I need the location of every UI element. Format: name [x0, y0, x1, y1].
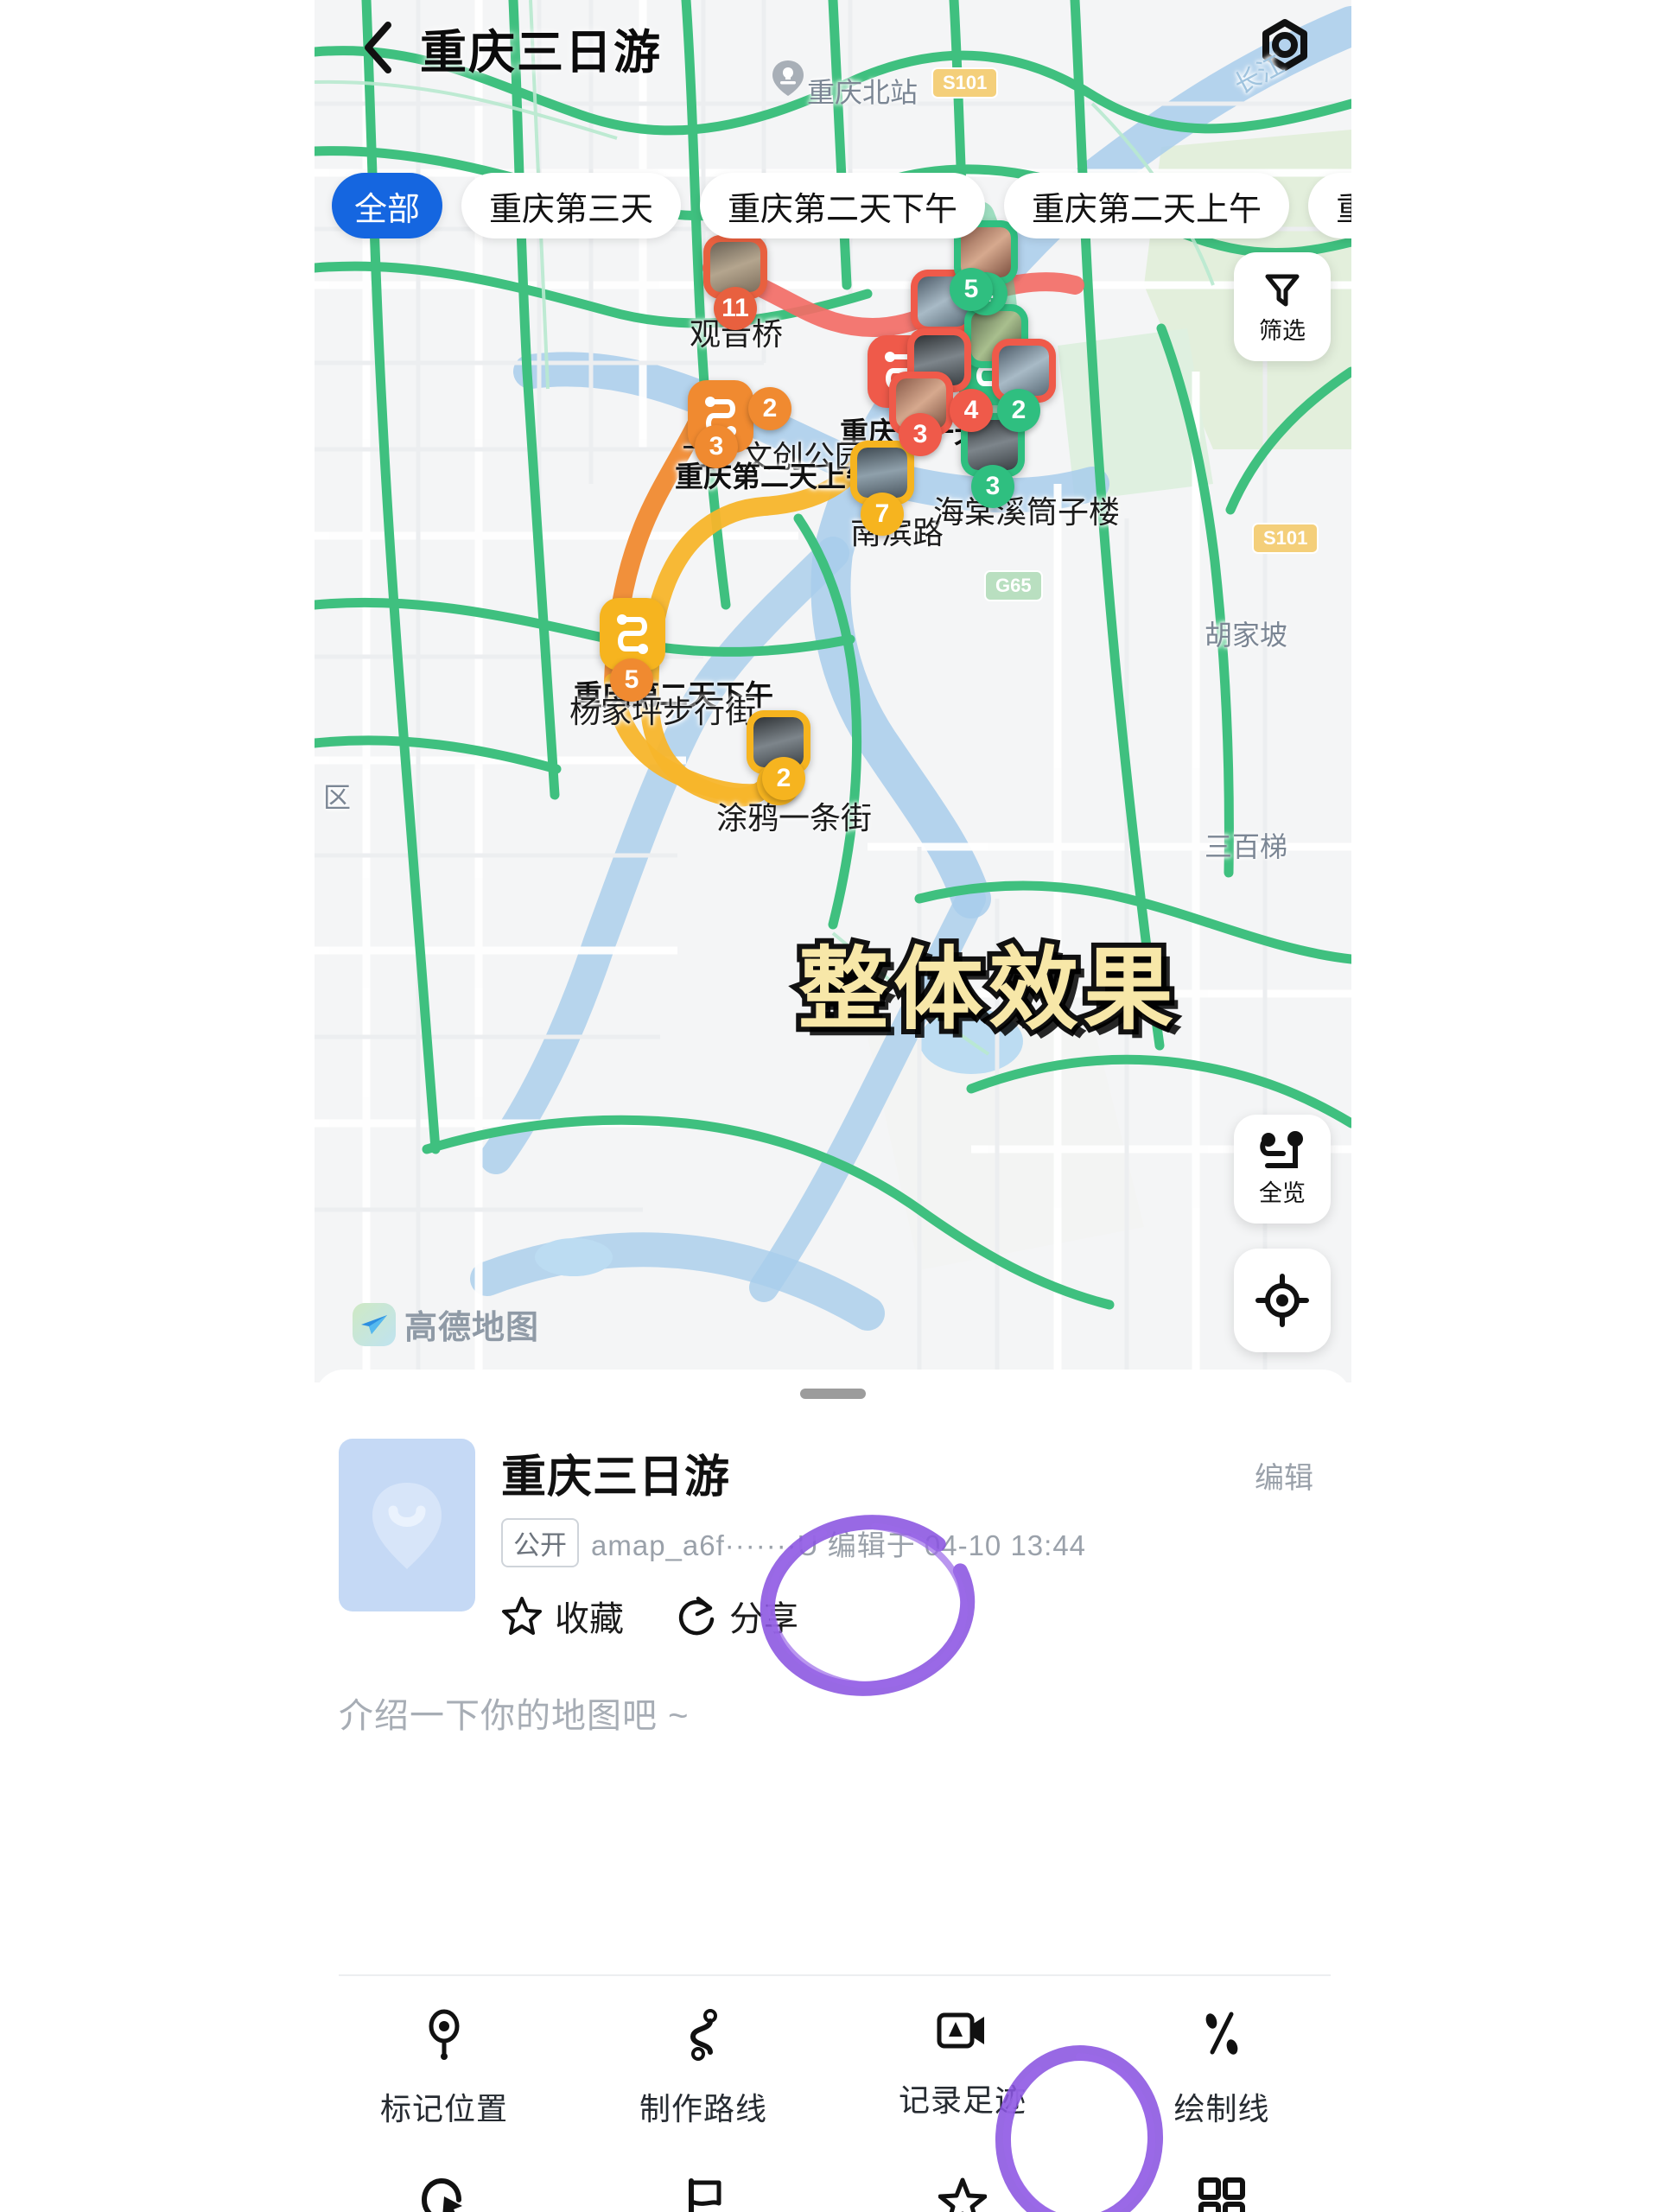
share-label: 分享 [729, 1600, 798, 1638]
tool-flag[interactable]: 绘制行政区 [574, 2177, 833, 2212]
description-input[interactable]: 介绍一下你的地图吧 ~ [339, 1688, 689, 1738]
pin-placeholder-icon [372, 1483, 442, 1569]
filter-button-label: 筛选 [1259, 317, 1306, 344]
tool-lasso-area[interactable]: 绘制区域 [315, 2177, 574, 2212]
marker-count-badge[interactable]: 2 [997, 389, 1040, 432]
map-place-label: 杨家坪步行街 [569, 694, 757, 729]
tool-polyline[interactable]: 绘制线 [1092, 2009, 1351, 2129]
road-shield: G65 [984, 570, 1043, 601]
route-filter-chip[interactable]: 全部 [332, 173, 443, 238]
map-canvas[interactable]: 重庆北站长江观音桥重庆第一天二厂文创公园重庆第二天上午南滨路海棠溪筒子楼胡家坡重… [315, 0, 1351, 1382]
marker-count-badge[interactable]: 2 [762, 757, 805, 800]
route-filter-chip[interactable]: 重庆第二天上午 [1004, 173, 1290, 238]
road-shield: S101 [1252, 523, 1319, 554]
map-place-label: 涂鸦一条街 [716, 800, 873, 836]
tool-label: 绘制线 [1173, 2091, 1270, 2126]
route-filter-chips[interactable]: 全部 重庆第三天 重庆第二天下午 重庆第二天上午 重庆 [315, 154, 1351, 257]
tool-label: 标记位置 [379, 2091, 508, 2126]
marker-count-badge[interactable]: 5 [950, 268, 993, 311]
lasso-area-icon [421, 2177, 467, 2212]
page-right-margin [1351, 0, 1659, 2212]
marker-count-badge[interactable]: 2 [748, 387, 791, 430]
marker-count-badge[interactable]: 3 [899, 413, 942, 456]
tool-star[interactable]: 收藏夹导入 [833, 2177, 1092, 2212]
share-button[interactable]: 分享 [676, 1591, 798, 1641]
marker-count-badge[interactable]: 11 [714, 287, 757, 330]
tool-label: 记录足迹 [898, 2082, 1027, 2118]
amap-logo-icon [353, 1302, 396, 1346]
star-icon [938, 2177, 988, 2212]
route-filter-chip-label: 全部 [354, 191, 421, 228]
marker-count-badge[interactable]: 3 [695, 425, 738, 468]
map-header: 重庆三日游 [315, 0, 1351, 95]
page-title: 重庆三日游 [420, 26, 662, 79]
route-icon [617, 614, 648, 654]
map-cover-thumbnail[interactable] [339, 1439, 475, 1611]
crosshair-locate-icon [1255, 1274, 1309, 1327]
route-filter-chip-label: 重庆 [1336, 182, 1351, 230]
overview-button[interactable]: 全览 [1234, 1115, 1331, 1224]
detail-title: 重庆三日游 [501, 1452, 731, 1503]
marker-count-badge[interactable]: 4 [950, 389, 993, 432]
map-place-label: 区 [323, 782, 352, 813]
filter-button[interactable]: 筛选 [1234, 252, 1331, 361]
route-overview-icon [1260, 1130, 1303, 1168]
back-button[interactable] [347, 17, 408, 78]
tool-grid-squares[interactable]: 内容管理 [1092, 2177, 1351, 2212]
route-filter-chip-label: 重庆第二天下午 [728, 191, 958, 228]
amap-attribution-label: 高德地图 [404, 1310, 540, 1346]
detail-meta-row: 公开 amap_a6f·······U 编辑于 04-10 13:44 [501, 1518, 1086, 1567]
tool-grid: 标记位置 制作路线 记录足迹 绘制线绘制区域绘制行政区收藏夹导入内容管理 [315, 2009, 1351, 2212]
flag-icon [681, 2177, 726, 2212]
tool-map-pin[interactable]: 标记位置 [315, 2009, 574, 2129]
route-filter-chip[interactable]: 重庆第二天下午 [700, 173, 986, 238]
map-detail-card: 重庆三日游 编辑 公开 amap_a6f·······U 编辑于 04-10 1… [315, 1421, 1351, 1707]
grid-squares-icon [1198, 2177, 1245, 2212]
route-filter-chip[interactable]: 重庆 [1308, 173, 1351, 238]
visibility-badge: 公开 [501, 1518, 579, 1567]
amap-attribution: 高德地图 [353, 1300, 539, 1348]
page-left-margin [0, 0, 315, 2212]
map-pin-icon [420, 2009, 468, 2065]
phone-screen: 重庆北站长江观音桥重庆第一天二厂文创公园重庆第二天上午南滨路海棠溪筒子楼胡家坡重… [315, 0, 1351, 2212]
marker-count-badge[interactable]: 7 [861, 493, 904, 536]
locate-button[interactable] [1234, 1249, 1331, 1352]
route-filter-chip[interactable]: 重庆第三天 [461, 173, 682, 238]
edit-button[interactable]: 编辑 [1255, 1454, 1313, 1497]
funnel-icon [1265, 274, 1300, 306]
favorite-label: 收藏 [555, 1600, 624, 1638]
share-icon [678, 1596, 715, 1636]
author-edited-text: amap_a6f·······U 编辑于 04-10 13:44 [591, 1529, 1087, 1561]
polyline-icon [1200, 2009, 1243, 2065]
route-filter-chip-label: 重庆第三天 [489, 191, 654, 228]
route-icon [681, 2009, 726, 2065]
marker-count-badge[interactable]: 5 [610, 658, 653, 702]
marker-count-badge[interactable]: 3 [971, 465, 1014, 508]
overview-button-label: 全览 [1259, 1179, 1306, 1206]
watermark-text: 整体效果 [793, 935, 1179, 1046]
detail-sheet: 重庆三日游 编辑 公开 amap_a6f·······U 编辑于 04-10 1… [315, 1370, 1351, 2212]
sheet-drag-handle[interactable] [800, 1389, 866, 1399]
tool-route[interactable]: 制作路线 [574, 2009, 833, 2129]
favorite-button[interactable]: 收藏 [501, 1591, 624, 1641]
star-icon [502, 1597, 542, 1635]
video-record-icon [936, 2009, 989, 2056]
section-divider [339, 1974, 1331, 1976]
route-filter-chip-label: 重庆第二天上午 [1032, 191, 1262, 228]
chevron-left-icon [365, 22, 391, 73]
detail-actions: 收藏 分享 [501, 1591, 798, 1641]
map-place-label: 胡家坡 [1205, 620, 1288, 651]
map-place-label: 三百梯 [1205, 831, 1288, 862]
map-place-label: 海棠溪筒子楼 [933, 494, 1121, 530]
tool-label: 制作路线 [639, 2091, 767, 2126]
tool-video-record[interactable]: 记录足迹 [833, 2009, 1092, 2129]
